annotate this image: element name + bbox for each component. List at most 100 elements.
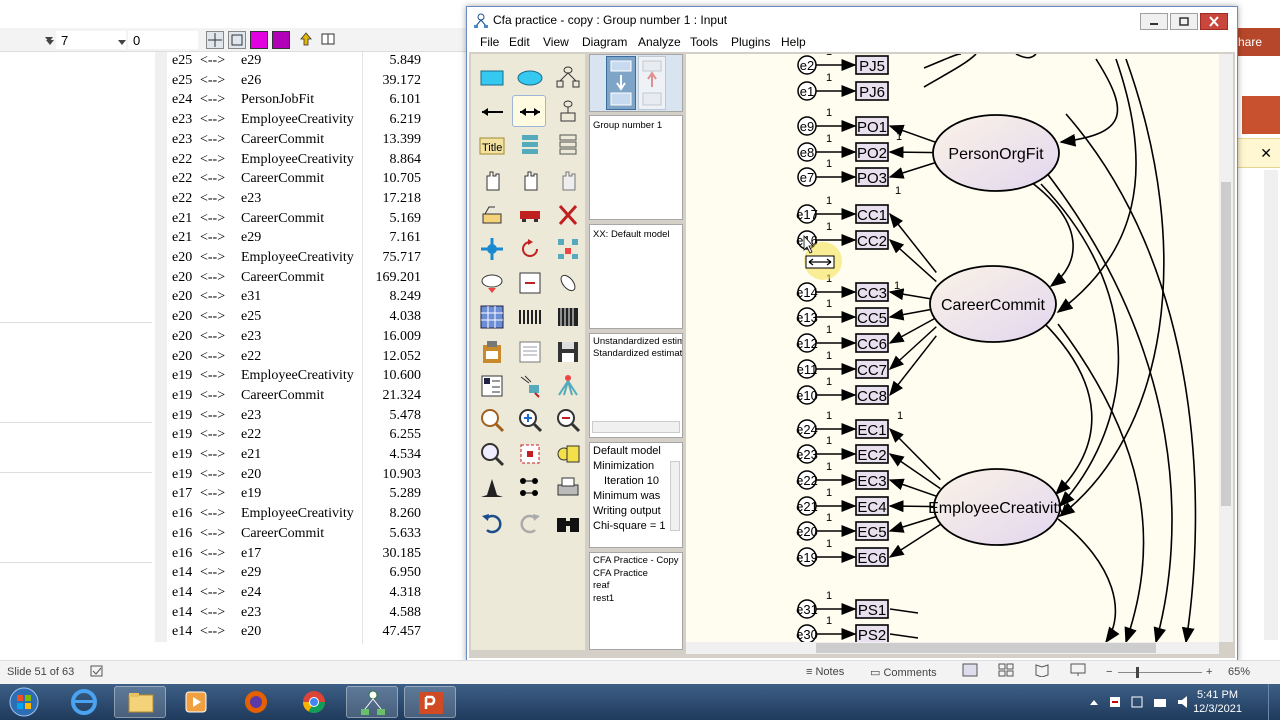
list-dataset-tool[interactable] <box>551 130 583 160</box>
text-output-tool[interactable] <box>513 336 545 366</box>
covariance-arrow[interactable] <box>1059 58 1119 147</box>
view-input-button[interactable] <box>606 56 636 110</box>
pointer-icon[interactable] <box>298 31 316 49</box>
drag-properties-tool[interactable] <box>513 370 545 400</box>
menu-diagram[interactable]: Diagram <box>582 35 627 49</box>
fill-color-icon[interactable] <box>250 31 268 49</box>
start-button[interactable] <box>2 686 46 718</box>
taskbar-explorer[interactable] <box>114 686 166 718</box>
covariance-arrow[interactable] <box>1058 58 1165 517</box>
zoom-level[interactable]: 65% <box>1228 666 1250 678</box>
menu-file[interactable]: File <box>480 35 499 49</box>
deselect-tool[interactable] <box>551 165 583 195</box>
view-output-button[interactable] <box>638 56 666 110</box>
tray-clock[interactable]: 5:41 PM 12/3/2021 <box>1193 688 1242 716</box>
covariance-arrow[interactable] <box>1057 323 1145 642</box>
select-all-tool[interactable] <box>513 165 545 195</box>
select-one-tool[interactable] <box>475 165 507 195</box>
indicator-tool[interactable] <box>551 62 583 92</box>
menu-plugins[interactable]: Plugins <box>731 35 770 49</box>
restore-button[interactable] <box>1170 13 1198 30</box>
title-tool[interactable]: Title <box>475 130 507 160</box>
menu-tools[interactable]: Tools <box>690 35 718 49</box>
notes-button[interactable]: ≡ Notes <box>806 666 844 678</box>
estimates-item[interactable]: Standardized estimat <box>593 348 682 359</box>
box-icon[interactable] <box>228 31 246 49</box>
share-button[interactable]: hare <box>1238 28 1280 56</box>
factor-loading-arrow[interactable] <box>888 288 937 301</box>
groups-item[interactable]: Group number 1 <box>593 120 662 131</box>
estimates-item[interactable]: Unstandardized estim <box>593 336 682 347</box>
factor-loading-arrow[interactable] <box>888 160 940 179</box>
canvas-horizontal-scrollbar[interactable] <box>686 642 1219 654</box>
specification-search-tool[interactable] <box>551 507 583 537</box>
analysis-properties-tool[interactable] <box>513 301 545 331</box>
log-scrollbar[interactable] <box>670 461 680 531</box>
menu-analyze[interactable]: Analyze <box>638 35 681 49</box>
close-icon[interactable]: ✕ <box>1260 145 1272 162</box>
covariance-arrow[interactable] <box>1040 183 1120 508</box>
data-files-tool[interactable] <box>475 301 507 331</box>
rotate-tool[interactable] <box>513 233 545 263</box>
zoom-selected-tool[interactable] <box>475 404 507 434</box>
font-size-combo[interactable]: 7 <box>45 31 126 49</box>
single-arrow-tool[interactable] <box>475 96 507 126</box>
taskbar-firefox[interactable] <box>230 686 282 718</box>
taskbar-chrome[interactable] <box>288 686 340 718</box>
covariance-arrow[interactable] <box>1015 54 1037 59</box>
factor-loading-arrow[interactable] <box>889 633 919 639</box>
canvas-vertical-scrollbar[interactable] <box>1219 54 1233 642</box>
chevron-down-icon[interactable] <box>46 40 54 45</box>
factor-loading-arrow[interactable] <box>889 212 937 273</box>
show-desktop-button[interactable] <box>1268 684 1280 720</box>
zoom-out-tool[interactable] <box>551 404 583 434</box>
object-properties-tool[interactable] <box>475 370 507 400</box>
grid-icon[interactable] <box>206 31 224 49</box>
factor-loading-arrow[interactable] <box>889 335 937 397</box>
comments-button[interactable]: ▭ Comments <box>870 666 937 679</box>
files-item[interactable]: CFA Practice - Copy <box>593 555 679 566</box>
models-item[interactable]: XX: Default model <box>593 229 670 240</box>
menu-view[interactable]: View <box>543 35 569 49</box>
minimize-button[interactable] <box>1140 13 1168 30</box>
factor-loading-arrow[interactable] <box>888 326 937 371</box>
covariance-arrow[interactable] <box>1030 181 1074 287</box>
files-item[interactable]: rest1 <box>593 593 614 604</box>
copy-tool[interactable] <box>475 199 507 229</box>
move-tool[interactable] <box>513 199 545 229</box>
save-tool[interactable] <box>551 336 583 366</box>
preserve-symmetry-tool[interactable] <box>551 370 583 400</box>
ppt-scrollbar[interactable] <box>1264 170 1278 640</box>
sorter-view-icon[interactable] <box>998 663 1014 680</box>
regression-arrow[interactable] <box>923 54 977 88</box>
taskbar-amos[interactable] <box>346 686 398 718</box>
factor-loading-arrow[interactable] <box>888 146 940 159</box>
taskbar-powerpoint[interactable] <box>404 686 456 718</box>
calculate-estimates-tool[interactable] <box>551 301 583 331</box>
menu-help[interactable]: Help <box>781 35 806 49</box>
shape-change-tool[interactable] <box>475 233 507 263</box>
loupe-tool[interactable] <box>551 438 583 468</box>
scroll-thumb[interactable] <box>1221 182 1231 506</box>
slideshow-icon[interactable] <box>1070 663 1086 680</box>
view-page-tool[interactable] <box>475 438 507 468</box>
spellcheck-icon[interactable] <box>90 664 104 681</box>
reflect-tool[interactable] <box>551 233 583 263</box>
multiple-group-tool[interactable] <box>513 472 545 502</box>
draw-latent-tool[interactable] <box>513 62 545 92</box>
zoom-slider-thumb[interactable] <box>1136 667 1139 678</box>
scroll-tool[interactable] <box>513 267 545 297</box>
fit-to-page-tool[interactable] <box>513 438 545 468</box>
covariance-arrow[interactable] <box>1056 58 1137 313</box>
estimates-scrollbar[interactable] <box>592 421 680 433</box>
factor-loading-arrow[interactable] <box>889 608 919 614</box>
scroll-thumb[interactable] <box>816 643 1156 653</box>
taskbar-media[interactable] <box>170 686 222 718</box>
regression-arrow[interactable] <box>923 54 962 69</box>
move-parameter-tool[interactable] <box>475 267 507 297</box>
factor-loading-arrow[interactable] <box>888 316 937 344</box>
chevron-down-icon[interactable] <box>118 40 126 45</box>
factor-loading-arrow[interactable] <box>888 307 937 321</box>
covariance-arrow[interactable] <box>1057 518 1120 642</box>
bayesian-tool[interactable] <box>475 472 507 502</box>
